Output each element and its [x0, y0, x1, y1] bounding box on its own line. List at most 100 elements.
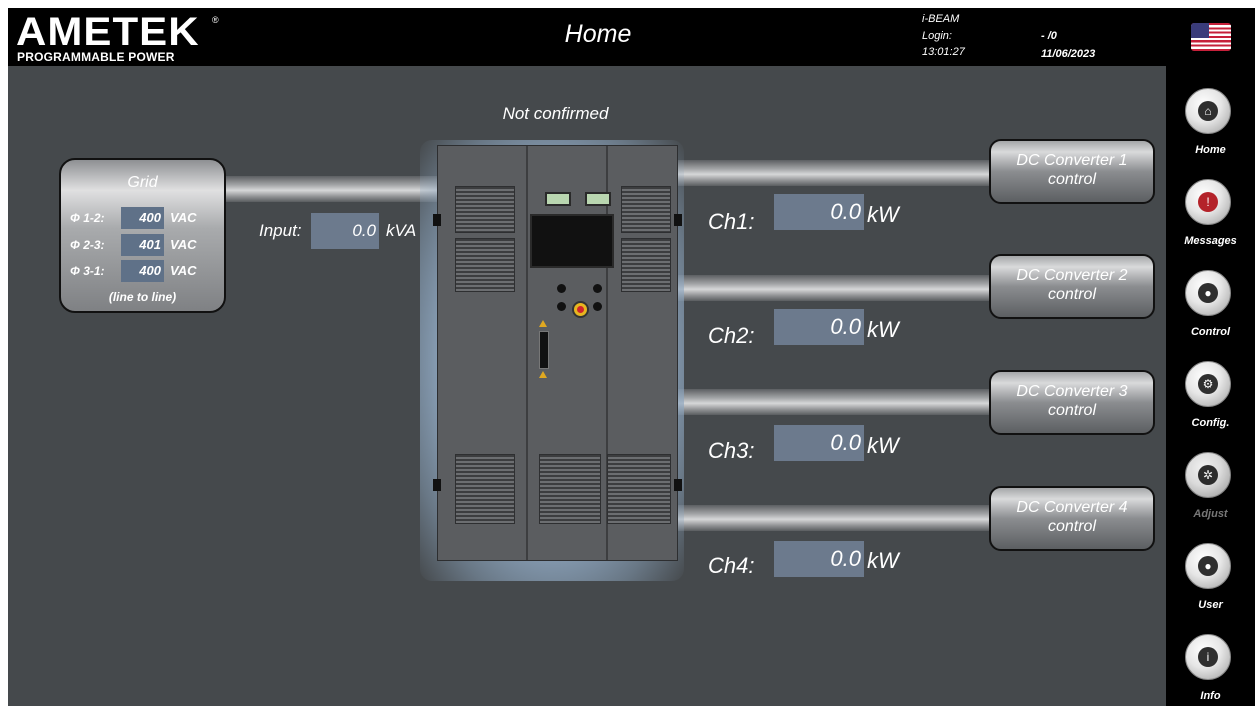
sidebar-item-label: Info	[1200, 690, 1221, 702]
ch1-value: 0.0	[774, 194, 864, 230]
ch2-unit: kW	[867, 317, 899, 342]
grid-note: (line to line)	[108, 290, 177, 304]
warning-icon	[539, 320, 547, 327]
input-label: Input:	[259, 221, 302, 240]
ch2-value: 0.0	[774, 309, 864, 345]
ch2-label: Ch2:	[708, 323, 755, 348]
cabinet-knob	[593, 302, 602, 311]
user-icon: ●	[1198, 556, 1218, 576]
cabinet-screen	[530, 214, 614, 268]
page-title: Home	[564, 20, 632, 48]
ch4-value: 0.0	[774, 541, 864, 577]
phase-23-label: Φ 2-3:	[70, 238, 105, 252]
dc-converter-1-button[interactable]: DC Converter 1 control	[989, 139, 1155, 204]
info-button[interactable]: i	[1185, 634, 1231, 680]
phase-31-value: 400	[121, 260, 164, 282]
adjust-button[interactable]: ✲	[1185, 452, 1231, 498]
login-value: - /0	[1041, 30, 1057, 42]
cabinet-vent	[455, 238, 515, 292]
ch3-pipe	[676, 389, 991, 415]
sidebar-item-home[interactable]: ⌂ Home	[1166, 66, 1255, 161]
input-unit: kVA	[386, 221, 417, 240]
cabinet-knob	[593, 284, 602, 293]
app-frame: AMETEK ® PROGRAMMABLE POWER Home i-BEAM …	[8, 8, 1255, 706]
input-value: 0.0	[311, 213, 379, 249]
adjust-icon: ✲	[1198, 465, 1218, 485]
phase-23-value: 401	[121, 234, 164, 256]
cabinet-vent	[621, 186, 671, 233]
sidebar-item-label: User	[1198, 599, 1223, 611]
sidebar-item-info[interactable]: i Info	[1166, 612, 1255, 706]
us-flag-icon[interactable]	[1191, 23, 1231, 51]
phase-31-label: Φ 3-1:	[70, 264, 105, 278]
ch1-label: Ch1:	[708, 209, 755, 234]
flag-canton	[1191, 23, 1209, 38]
dc-converter-3-label: DC Converter 3 control	[1016, 383, 1128, 419]
warning-icon	[539, 371, 547, 378]
cabinet-knob	[557, 302, 566, 311]
dc-converter-2-button[interactable]: DC Converter 2 control	[989, 254, 1155, 319]
sidebar-nav: ⌂ Home ! Messages ● Control ⚙ Config. ✲ …	[1166, 66, 1255, 706]
control-button[interactable]: ●	[1185, 270, 1231, 316]
system-name: i-BEAM	[922, 13, 960, 25]
logo-subtitle: PROGRAMMABLE POWER	[17, 50, 175, 64]
cabinet-latch	[433, 214, 441, 226]
sidebar-item-label: Adjust	[1193, 508, 1228, 520]
info-icon: i	[1198, 647, 1218, 667]
cabinet-vent	[607, 454, 671, 524]
sidebar-item-label: Messages	[1184, 235, 1237, 247]
dc-converter-2-label: DC Converter 2 control	[1016, 267, 1128, 303]
cabinet-latch	[433, 479, 441, 491]
status-text: Not confirmed	[502, 104, 609, 123]
dc-converter-4-label: DC Converter 4 control	[1016, 499, 1128, 535]
ch3-value: 0.0	[774, 425, 864, 461]
ch4-pipe	[676, 505, 991, 531]
header-bar: AMETEK ® PROGRAMMABLE POWER Home i-BEAM …	[8, 8, 1255, 66]
dc-converter-1-label: DC Converter 1 control	[1016, 152, 1128, 188]
home-button[interactable]: ⌂	[1185, 88, 1231, 134]
sidebar-item-label: Home	[1195, 144, 1226, 156]
home-icon: ⌂	[1198, 101, 1218, 121]
phase-23-unit: VAC	[170, 237, 197, 252]
config-button[interactable]: ⚙	[1185, 361, 1231, 407]
phase-31-unit: VAC	[170, 263, 197, 278]
ch4-label: Ch4:	[708, 553, 755, 578]
power-cabinet-image	[433, 145, 682, 561]
control-icon: ●	[1198, 283, 1218, 303]
ch1-pipe	[676, 160, 991, 186]
sidebar-item-config[interactable]: ⚙ Config.	[1166, 339, 1255, 434]
clock-date: 11/06/2023	[1041, 48, 1096, 60]
dc-converter-3-button[interactable]: DC Converter 3 control	[989, 370, 1155, 435]
cabinet-vent	[455, 454, 515, 524]
user-button[interactable]: ●	[1185, 543, 1231, 589]
ch3-label: Ch3:	[708, 438, 755, 463]
ch4-unit: kW	[867, 548, 899, 573]
sidebar-item-adjust[interactable]: ✲ Adjust	[1166, 430, 1255, 525]
sidebar-item-label: Config.	[1191, 417, 1230, 429]
logo-text: AMETEK	[16, 10, 200, 54]
messages-button[interactable]: !	[1185, 179, 1231, 225]
cabinet-vent	[539, 454, 601, 524]
sidebar-item-messages[interactable]: ! Messages	[1166, 157, 1255, 252]
emergency-stop	[572, 301, 589, 318]
phase-12-label: Φ 1-2:	[70, 211, 105, 225]
cabinet-handle	[539, 331, 549, 369]
ch2-pipe	[676, 275, 991, 301]
logo-registered-mark: ®	[212, 15, 219, 25]
cabinet-knob	[557, 284, 566, 293]
gears-icon: ⚙	[1198, 374, 1218, 394]
ametek-logo: AMETEK ® PROGRAMMABLE POWER	[16, 10, 221, 64]
grid-title: Grid	[127, 174, 158, 191]
phase-12-value: 400	[121, 207, 164, 229]
cabinet-display	[585, 192, 611, 206]
warning-icon: !	[1198, 192, 1218, 212]
cabinet-latch	[674, 479, 682, 491]
cabinet-door-seam	[526, 146, 528, 560]
dc-converter-4-button[interactable]: DC Converter 4 control	[989, 486, 1155, 551]
sidebar-item-control[interactable]: ● Control	[1166, 248, 1255, 343]
cabinet-display	[545, 192, 571, 206]
cabinet-vent	[621, 238, 671, 292]
ch3-unit: kW	[867, 433, 899, 458]
login-label: Login:	[922, 30, 952, 42]
sidebar-item-user[interactable]: ● User	[1166, 521, 1255, 616]
